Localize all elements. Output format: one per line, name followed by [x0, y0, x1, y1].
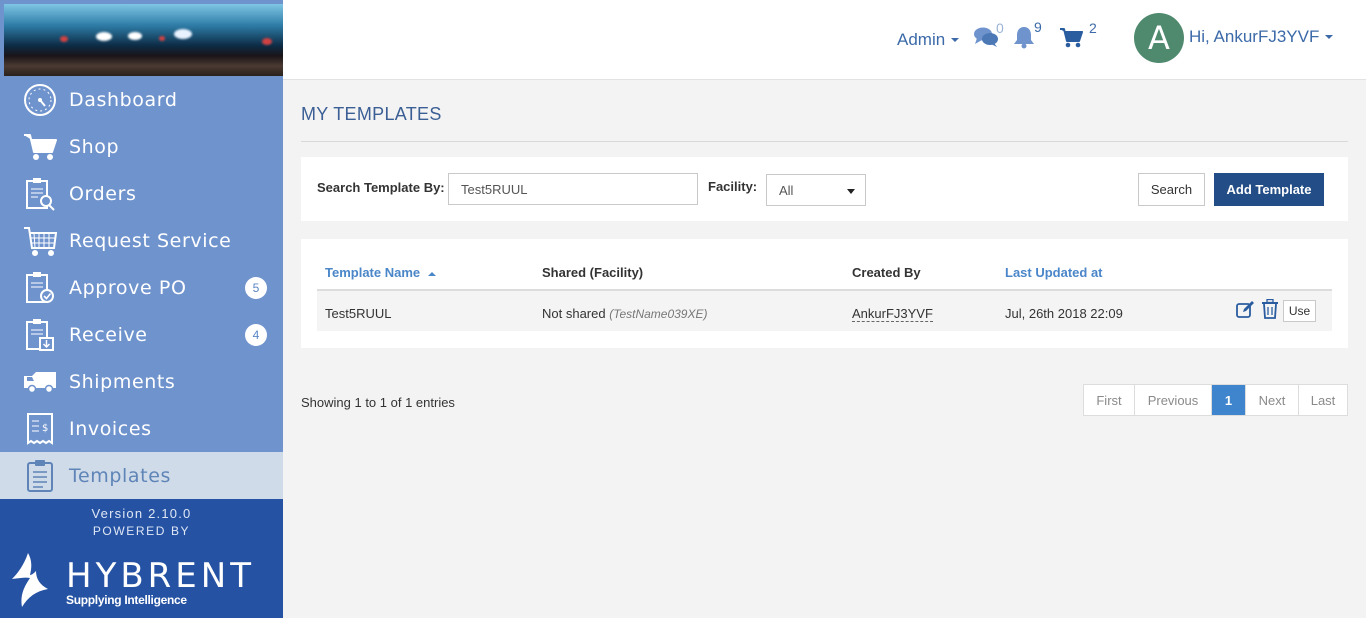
sidebar-item-shop[interactable]: Shop: [0, 123, 283, 170]
shared-status: Not shared: [542, 306, 606, 321]
user-greeting: Hi, AnkurFJ3YVF: [1189, 27, 1320, 46]
request-service-icon: [22, 223, 58, 259]
created-by-cell: AnkurFJ3YVF: [852, 306, 933, 322]
facility-selected-value: All: [779, 182, 794, 198]
sidebar-footer: Version 2.10.0 POWERED BY HYBRENT Supply…: [0, 499, 283, 618]
invoice-icon: $: [22, 411, 58, 447]
pagination-page-current[interactable]: 1: [1212, 385, 1246, 415]
search-template-input[interactable]: Test5RUUL: [448, 173, 698, 205]
admin-menu-label: Admin: [897, 30, 946, 49]
pagination-last[interactable]: Last: [1299, 385, 1347, 415]
chevron-down-icon: [847, 189, 855, 194]
sidebar-item-templates[interactable]: Templates: [0, 452, 283, 499]
facility-label: Facility:: [708, 179, 758, 194]
approve-po-count-badge: 5: [245, 277, 267, 299]
hybrent-logo: HYBRENT Supplying Intelligence: [10, 549, 270, 611]
cart-count: 2: [1089, 20, 1097, 36]
header-banner-image: [4, 4, 283, 76]
column-header-template-name[interactable]: Template Name: [325, 265, 436, 280]
powered-by-label: POWERED BY: [92, 524, 191, 538]
sidebar: Dashboard Shop Orders Request Service Ap…: [0, 0, 283, 618]
search-template-label: Search Template By:: [317, 180, 445, 195]
sidebar-item-approve-po[interactable]: Approve PO 5: [0, 264, 283, 311]
receive-icon: [22, 317, 58, 353]
divider: [301, 141, 1348, 142]
sidebar-item-label: Templates: [69, 464, 171, 487]
add-template-button[interactable]: Add Template: [1214, 173, 1324, 206]
shared-cell: Not shared (TestName039XE): [542, 306, 708, 321]
sidebar-item-label: Shop: [69, 135, 120, 158]
sidebar-item-request-service[interactable]: Request Service: [0, 217, 283, 264]
template-name-cell: Test5RUUL: [325, 306, 392, 321]
sidebar-item-invoices[interactable]: $ Invoices: [0, 405, 283, 452]
pagination: First Previous 1 Next Last: [1083, 384, 1348, 416]
sidebar-item-shipments[interactable]: Shipments: [0, 358, 283, 405]
chevron-down-icon: [951, 38, 960, 42]
last-updated-cell: Jul, 26th 2018 22:09: [1005, 306, 1123, 321]
sidebar-item-label: Dashboard: [69, 88, 178, 111]
sidebar-item-label: Orders: [69, 182, 137, 205]
table-info: Showing 1 to 1 of 1 entries: [301, 395, 455, 410]
column-header-shared: Shared (Facility): [542, 265, 644, 280]
user-menu[interactable]: Hi, AnkurFJ3YVF: [1189, 27, 1334, 47]
templates-table: Template Name Shared (Facility) Created …: [301, 239, 1348, 348]
sidebar-item-label: Invoices: [69, 417, 152, 440]
sidebar-nav: Dashboard Shop Orders Request Service Ap…: [0, 76, 283, 499]
shared-facility: (TestName039XE): [609, 307, 708, 321]
table-row: Test5RUUL Not shared (TestName039XE) Ank…: [317, 291, 1332, 331]
sidebar-item-label: Request Service: [69, 229, 232, 252]
notifications-count: 9: [1034, 19, 1042, 35]
brand-tagline: Supplying Intelligence: [66, 593, 187, 607]
cart-icon: [22, 129, 58, 165]
sidebar-item-label: Shipments: [69, 370, 176, 393]
sidebar-item-label: Approve PO: [69, 276, 187, 299]
search-button[interactable]: Search: [1138, 173, 1205, 206]
pagination-previous[interactable]: Previous: [1135, 385, 1212, 415]
column-header-label: Template Name: [325, 265, 421, 280]
facility-select[interactable]: All: [766, 174, 866, 206]
created-by-user[interactable]: AnkurFJ3YVF: [852, 306, 933, 322]
trash-icon[interactable]: [1261, 298, 1279, 324]
page-title: MY TEMPLATES: [301, 104, 442, 124]
sidebar-item-dashboard[interactable]: Dashboard: [0, 76, 283, 123]
top-bar: Admin 0 9 2 A Hi, AnkurFJ3YVF: [283, 0, 1366, 80]
approve-po-icon: [22, 270, 58, 306]
brand-name: HYBRENT: [66, 556, 255, 596]
pagination-first[interactable]: First: [1084, 385, 1135, 415]
sidebar-item-receive[interactable]: Receive 4: [0, 311, 283, 358]
sort-asc-icon: [427, 271, 436, 276]
pagination-next[interactable]: Next: [1246, 385, 1299, 415]
sidebar-item-label: Receive: [69, 323, 148, 346]
avatar[interactable]: A: [1134, 13, 1184, 63]
messages-count: 0: [996, 20, 1004, 36]
column-header-last-updated[interactable]: Last Updated at: [1005, 265, 1103, 280]
templates-icon: [22, 458, 58, 494]
search-panel: Search Template By: Test5RUUL Facility: …: [301, 157, 1348, 221]
chevron-down-icon: [1325, 35, 1334, 39]
edit-icon[interactable]: [1235, 300, 1255, 325]
sidebar-item-orders[interactable]: Orders: [0, 170, 283, 217]
app-version: Version 2.10.0: [91, 506, 192, 521]
receive-count-badge: 4: [245, 324, 267, 346]
admin-menu[interactable]: Admin: [897, 30, 960, 50]
bell-icon[interactable]: [1013, 25, 1035, 54]
svg-text:$: $: [42, 423, 48, 434]
cart-icon[interactable]: [1059, 27, 1083, 54]
bird-logo-icon: [12, 553, 48, 607]
column-header-created-by: Created By: [852, 265, 921, 280]
use-template-button[interactable]: Use: [1283, 300, 1316, 322]
orders-icon: [22, 176, 58, 212]
truck-icon: [22, 364, 58, 400]
dashboard-icon: [22, 82, 58, 118]
